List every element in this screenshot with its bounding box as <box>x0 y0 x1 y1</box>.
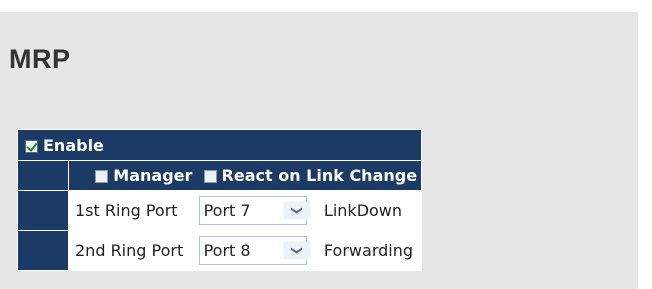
react-on-link-change-checkbox[interactable] <box>203 170 217 183</box>
manager-label: Manager <box>113 166 193 185</box>
enable-cell: Enable <box>16 129 423 161</box>
ring-port-1-value: Port 7 <box>203 201 251 220</box>
options-row: Manager React on Link Change <box>17 160 423 191</box>
ring-port-2-label: 2nd Ring Port <box>68 230 193 271</box>
page-title: MRP <box>9 44 71 74</box>
enable-row: Enable <box>16 129 423 161</box>
ring-port-1-label: 1st Ring Port <box>68 190 193 231</box>
ring-port-2-value: Port 8 <box>203 241 251 260</box>
mrp-settings-table: Enable Manager React on Link Change 1st … <box>16 129 423 271</box>
ring-port-1-status: LinkDown <box>314 190 423 231</box>
enable-label: Enable <box>43 135 104 155</box>
enable-checkbox[interactable] <box>25 139 38 153</box>
chevron-down-icon[interactable]: ❯ <box>283 241 311 260</box>
chevron-down-icon[interactable]: ❯ <box>283 201 311 220</box>
row-spacer <box>17 190 69 231</box>
ring-port-row-1: 1st Ring Port Port 7 ❯ LinkDown <box>17 190 423 231</box>
ring-port-1-select-cell: Port 7 ❯ <box>191 190 316 231</box>
ring-port-1-select[interactable]: Port 7 ❯ <box>198 196 311 225</box>
manager-checkbox[interactable] <box>95 170 109 183</box>
row-spacer <box>17 230 69 271</box>
options-cell: Manager React on Link Change <box>67 160 423 191</box>
ring-port-2-select-cell: Port 8 ❯ <box>191 230 316 271</box>
row-spacer <box>17 160 69 191</box>
react-on-link-change-label: React on Link Change <box>221 166 418 185</box>
ring-port-row-2: 2nd Ring Port Port 8 ❯ Forwarding <box>17 230 423 271</box>
ring-port-2-status: Forwarding <box>314 230 423 271</box>
ring-port-2-select[interactable]: Port 8 ❯ <box>198 236 311 265</box>
content-panel: MRP Enable Manager React on Link Change … <box>0 12 638 289</box>
